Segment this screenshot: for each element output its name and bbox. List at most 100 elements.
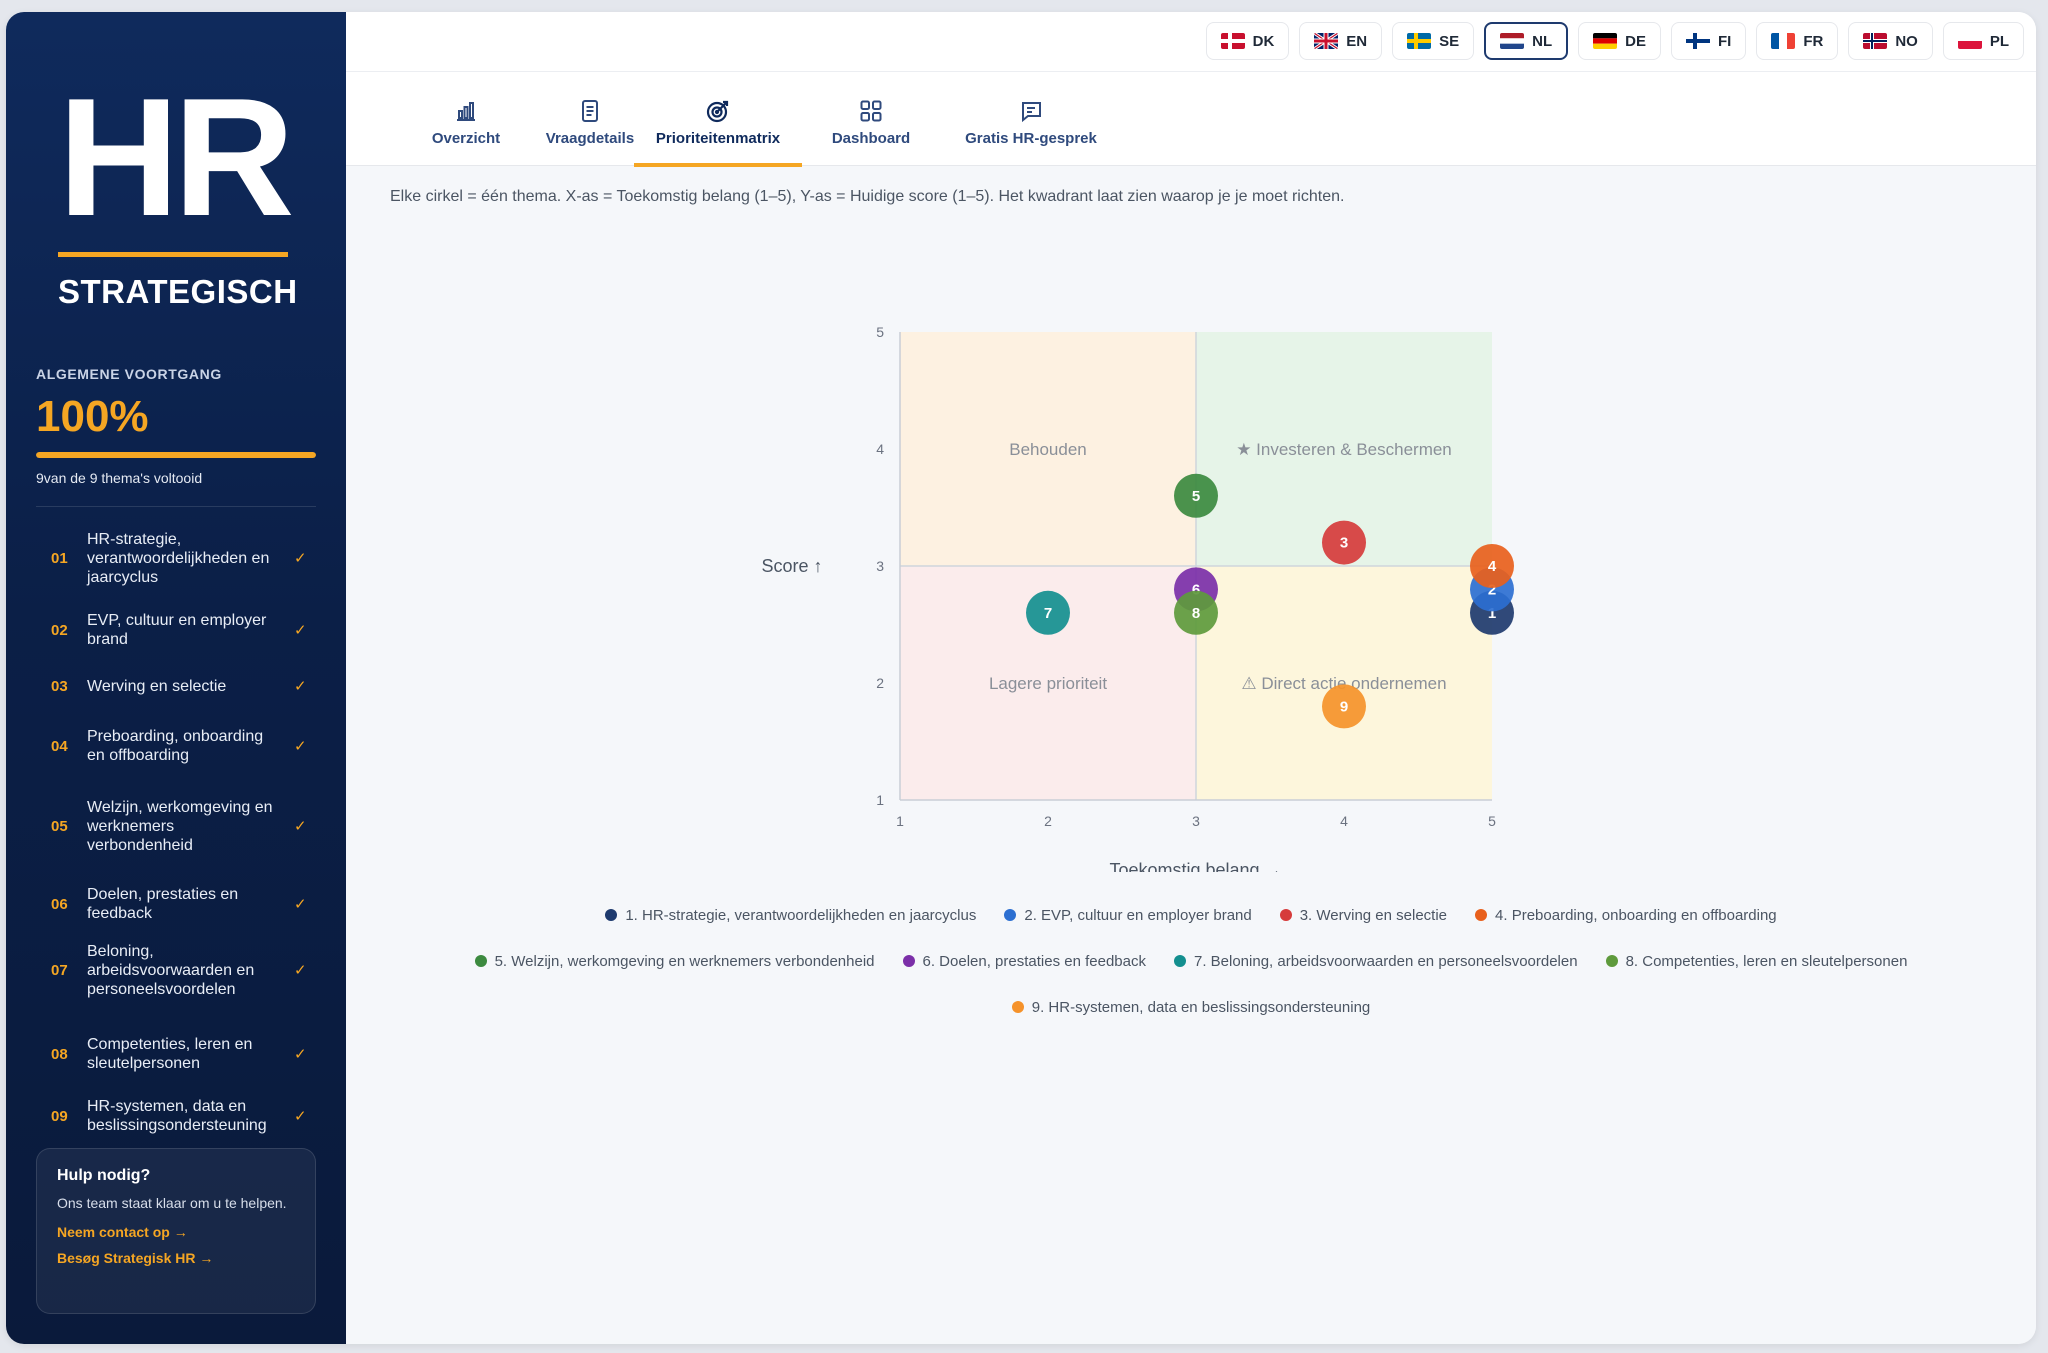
flag-no-icon xyxy=(1863,33,1888,49)
matrix-description: Elke cirkel = één thema. X-as = Toekomst… xyxy=(390,188,1345,205)
visit-site-link[interactable]: Besøg Strategisk HR → xyxy=(57,1250,295,1266)
sidebar-theme-05[interactable]: 05 Welzijn, werkomgeving en werknemers ve… xyxy=(36,798,326,855)
theme-number: 02 xyxy=(51,621,68,639)
logo-subtitle: STRATEGISCH xyxy=(58,273,298,310)
theme-number: 01 xyxy=(51,549,68,567)
x-tick-label: 4 xyxy=(1340,813,1348,829)
sidebar-theme-02[interactable]: 02 EVP, cultuur en employer brand ✓ xyxy=(36,611,326,649)
check-icon: ✓ xyxy=(294,621,307,639)
y-tick-label: 1 xyxy=(876,792,884,808)
language-button-fi[interactable]: FI xyxy=(1670,22,1747,60)
quadrant-label: ★ Investeren & Beschermen xyxy=(1236,440,1452,459)
language-button-en[interactable]: EN xyxy=(1299,22,1383,60)
sidebar-theme-01[interactable]: 01 HR-strategie, verantwoordelijkheden en… xyxy=(36,530,326,587)
legend-item: 6. Doelen, prestaties en feedback xyxy=(902,952,1146,970)
language-button-nl[interactable]: NL xyxy=(1484,22,1569,60)
language-code: PL xyxy=(1989,32,2009,50)
tab-dashboard[interactable]: Dashboard xyxy=(806,72,936,166)
theme-number: 08 xyxy=(51,1045,68,1063)
legend-item: 9. HR-systemen, data en beslissingsonder… xyxy=(1011,998,1371,1016)
bar-chart-icon xyxy=(453,98,479,124)
legend-label: 7. Beloning, arbeidsvoorwaarden en perso… xyxy=(1193,952,1578,970)
language-button-se[interactable]: SE xyxy=(1392,22,1475,60)
help-title: Hulp nodig? xyxy=(57,1167,151,1184)
language-code: FI xyxy=(1717,32,1732,50)
theme-number: 09 xyxy=(51,1107,68,1125)
language-code: FR xyxy=(1803,32,1824,50)
legend-row: 9. HR-systemen, data en beslissingsonder… xyxy=(346,984,2036,1030)
theme-number: 07 xyxy=(51,961,68,979)
check-icon: ✓ xyxy=(294,1107,307,1125)
check-icon: ✓ xyxy=(294,737,307,755)
legend-swatch xyxy=(1475,909,1488,921)
legend-label: 3. Werving en selectie xyxy=(1299,906,1448,924)
quadrant-label: Lagere prioriteit xyxy=(989,674,1107,693)
contact-link[interactable]: Neem contact op → xyxy=(57,1224,295,1240)
legend-row: 1. HR-strategie, verantwoordelijkheden e… xyxy=(346,892,2036,938)
point-label: 5 xyxy=(1192,488,1200,505)
language-button-no[interactable]: NO xyxy=(1848,22,1933,60)
language-button-dk[interactable]: DK xyxy=(1205,22,1290,60)
theme-label: Werving en selectie xyxy=(87,677,227,695)
sidebar-theme-08[interactable]: 08 Competenties, leren en sleutelpersonen… xyxy=(36,1035,326,1073)
y-tick-label: 5 xyxy=(876,324,884,340)
theme-label: EVP, cultuur en employer brand xyxy=(87,612,267,648)
theme-label: Competenties, leren en sleutelpersonen xyxy=(87,1036,253,1072)
legend-row: 5. Welzijn, werkomgeving en werknemers v… xyxy=(346,938,2036,984)
check-icon: ✓ xyxy=(294,677,307,695)
priority-matrix-chart: Behouden ★ Investeren & Beschermen Lagere … xyxy=(761,324,1514,872)
overall-progress: ALGEMENE VOORTGANG 100% 9van de 9 thema'… xyxy=(36,366,316,486)
point-label: 4 xyxy=(1488,558,1497,575)
sidebar: HR STRATEGISCH ALGEMENE VOORTGANG 100% 9… xyxy=(6,12,346,1344)
sidebar-theme-07[interactable]: 07 Beloning, arbeidsvoorwaarden en person… xyxy=(36,942,326,999)
sidebar-theme-06[interactable]: 06 Doelen, prestaties en feedback ✓ xyxy=(36,885,326,923)
sidebar-theme-03[interactable]: 03 Werving en selectie ✓ xyxy=(36,677,326,696)
legend-swatch xyxy=(1173,955,1186,967)
tab-overzicht[interactable]: Overzicht xyxy=(400,72,532,166)
legend-label: 6. Doelen, prestaties en feedback xyxy=(922,952,1146,970)
language-code: SE xyxy=(1439,32,1460,50)
legend-label: 2. EVP, cultuur en employer brand xyxy=(1024,906,1252,924)
grid-icon xyxy=(858,98,884,124)
theme-label: HR-strategie, verantwoordelijkheden en j… xyxy=(87,530,270,586)
progress-fill xyxy=(36,452,316,458)
progress-count: 9van de 9 thema's voltooid xyxy=(36,470,203,486)
help-card: Hulp nodig? Ons team staat klaar om u te… xyxy=(36,1148,316,1314)
check-icon: ✓ xyxy=(294,961,307,979)
x-tick-label: 1 xyxy=(896,813,904,829)
check-icon: ✓ xyxy=(294,817,307,835)
legend-swatch xyxy=(902,955,915,967)
language-button-pl[interactable]: PL xyxy=(1942,22,2024,60)
legend-item: 7. Beloning, arbeidsvoorwaarden en perso… xyxy=(1173,952,1578,970)
main-content: DK EN SE NL DE FI FR NO PL Overzicht Vraagdetail… xyxy=(346,12,2036,1344)
language-button-de[interactable]: DE xyxy=(1578,22,1661,60)
tab-label: Gratis HR-gesprek xyxy=(965,130,1097,147)
flag-dk-icon xyxy=(1220,33,1245,49)
logo-main: HR xyxy=(58,63,295,251)
tab-gratis-hr-gesprek[interactable]: Gratis HR-gesprek xyxy=(938,72,1124,166)
quadrant-label: Behouden xyxy=(1009,440,1087,459)
progress-label: ALGEMENE VOORTGANG xyxy=(36,366,222,382)
legend-item: 4. Preboarding, onboarding en offboardin… xyxy=(1475,907,1777,924)
legend-swatch xyxy=(1605,955,1618,967)
flag-fi-icon xyxy=(1685,33,1710,49)
theme-number: 03 xyxy=(51,677,68,695)
language-code: DE xyxy=(1625,32,1646,50)
flag-nl-icon xyxy=(1500,33,1525,49)
sidebar-theme-04[interactable]: 04 Preboarding, onboarding en offboarding… xyxy=(36,727,326,765)
point-label: 9 xyxy=(1340,698,1348,715)
legend-item: 3. Werving en selectie xyxy=(1279,906,1448,924)
language-code: NL xyxy=(1532,32,1553,50)
tab-prioriteitenmatrix[interactable]: Prioriteitenmatrix xyxy=(634,72,802,167)
legend-swatch xyxy=(474,955,487,967)
y-tick-label: 2 xyxy=(876,675,884,691)
flag-de-icon xyxy=(1593,33,1618,49)
theme-label: HR-systemen, data en beslissingsonderste… xyxy=(87,1098,267,1134)
logo-underline xyxy=(58,252,288,257)
language-button-fr[interactable]: FR xyxy=(1756,22,1839,60)
point-label: 3 xyxy=(1340,535,1348,552)
progress-bar xyxy=(36,452,316,458)
theme-label: Doelen, prestaties en feedback xyxy=(87,886,239,922)
sidebar-theme-09[interactable]: 09 HR-systemen, data en beslissingsonders… xyxy=(36,1097,326,1135)
legend-label: 9. HR-systemen, data en beslissingsonder… xyxy=(1031,998,1371,1016)
